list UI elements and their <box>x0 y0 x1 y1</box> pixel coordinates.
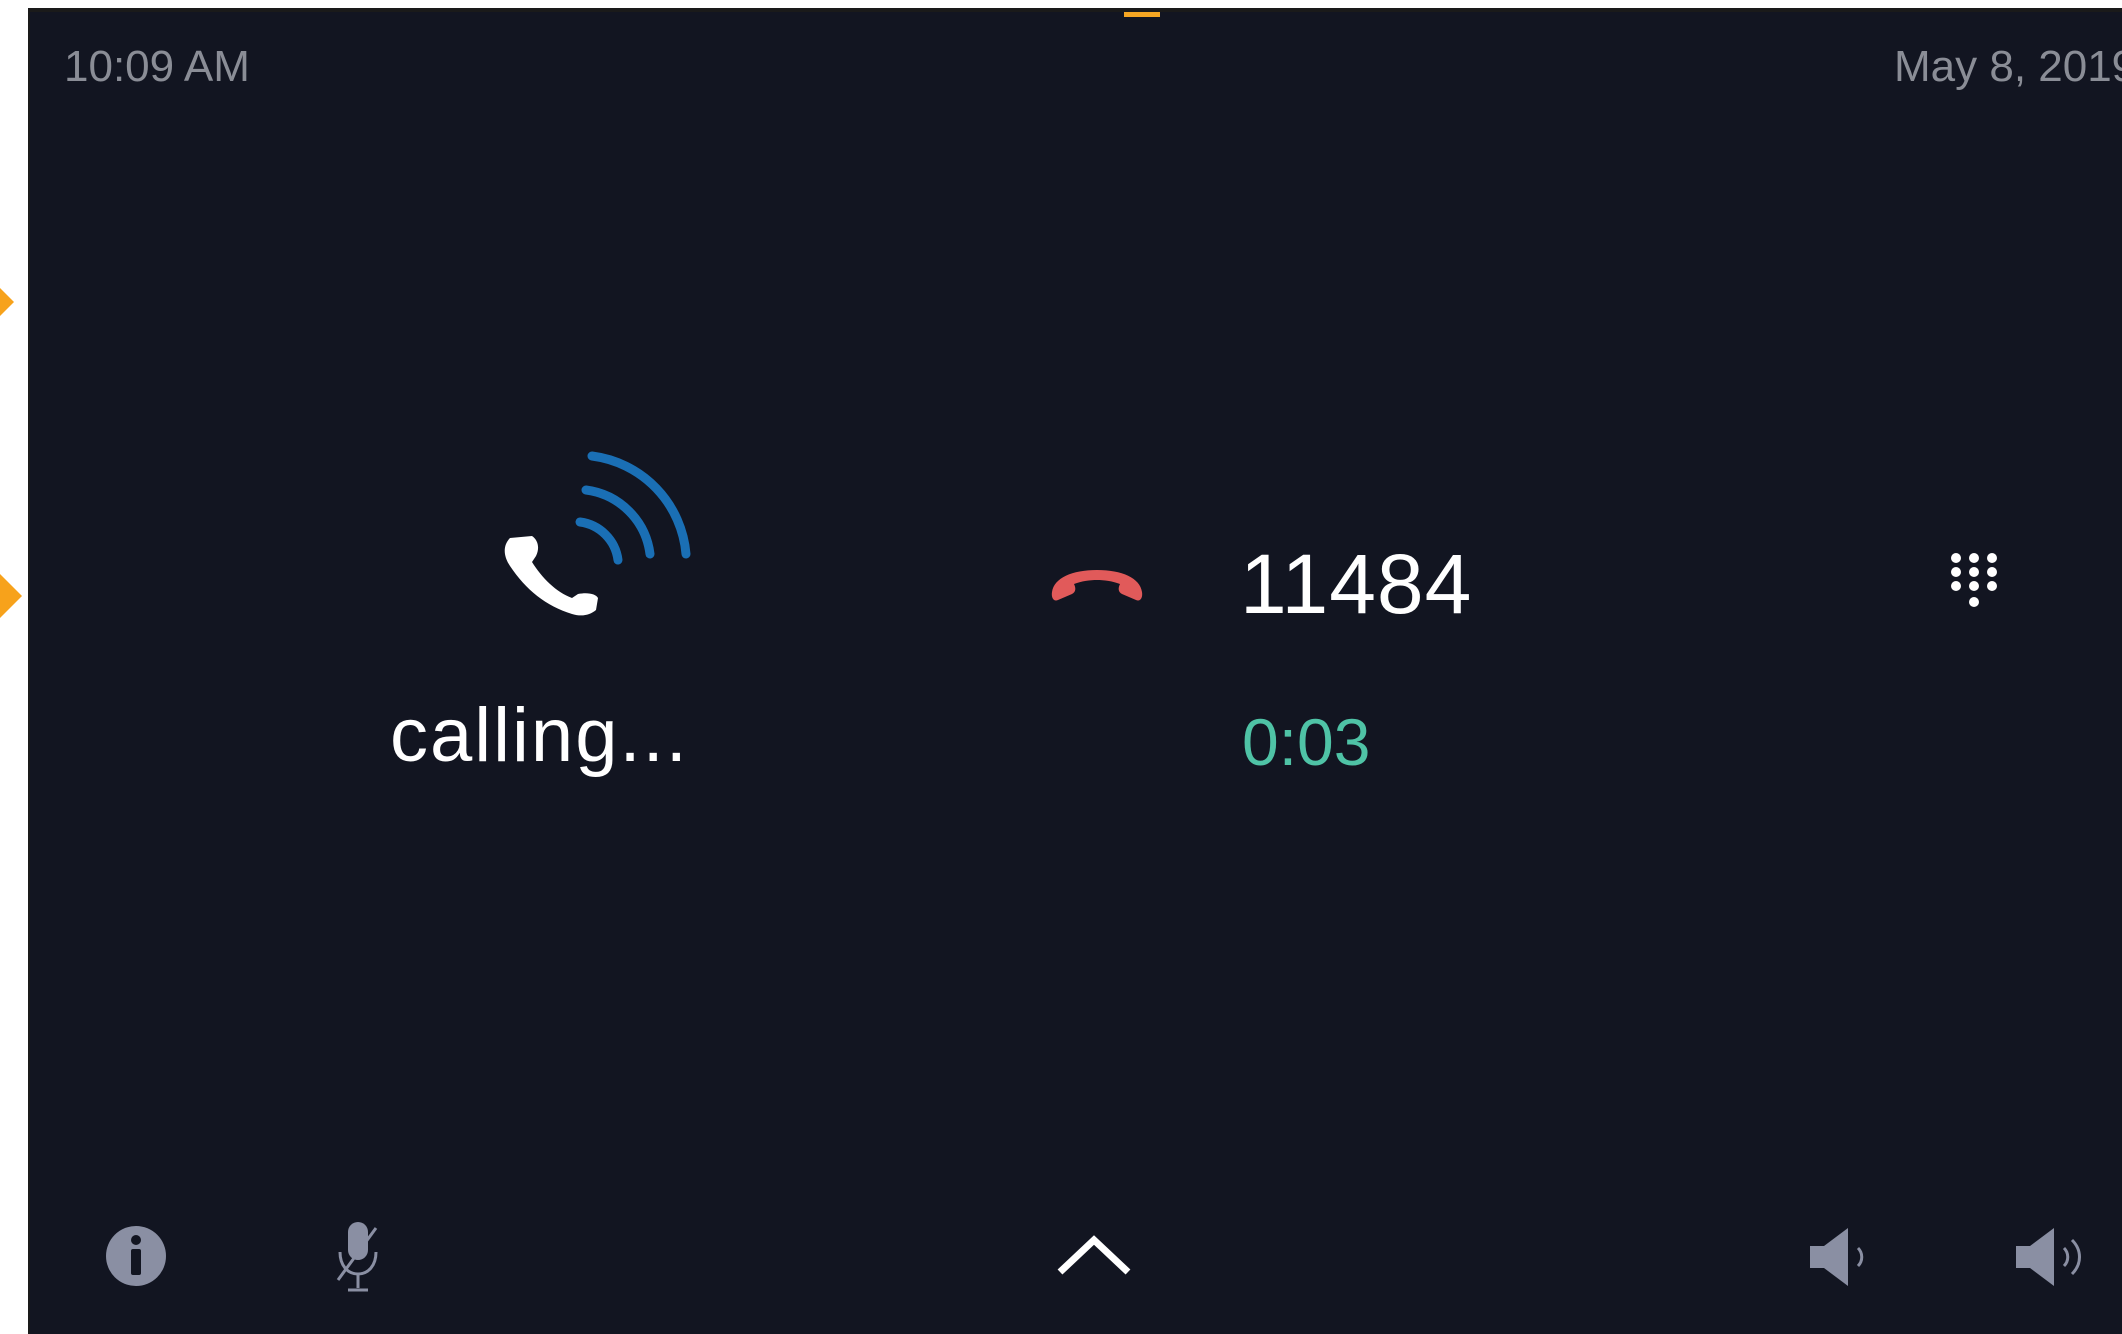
status-date: May 8, 2019 <box>1894 42 2122 91</box>
chevron-up-icon <box>1057 1235 1131 1275</box>
volume-down-icon <box>1810 1228 1864 1286</box>
hang-up-icon <box>1051 570 1143 601</box>
hang-up-button[interactable] <box>1042 554 1152 614</box>
ringing-phone-icon <box>480 432 740 632</box>
volume-down-button[interactable] <box>1806 1222 1886 1292</box>
call-status-label: calling... <box>390 693 689 778</box>
edge-marker-arrow <box>0 570 22 622</box>
expand-button[interactable] <box>1054 1228 1134 1284</box>
status-time: 10:09 AM <box>64 42 250 91</box>
edge-marker-arrow <box>0 276 14 328</box>
volume-up-button[interactable] <box>2012 1222 2102 1292</box>
info-button[interactable] <box>104 1224 168 1288</box>
dialed-number: 11484 <box>1240 537 1473 631</box>
mute-button[interactable] <box>330 1218 386 1298</box>
dialpad-icon <box>1951 553 1997 607</box>
call-duration: 0:03 <box>1242 705 1371 779</box>
page: 10:09 AM May 8, 2019 calling... 11484 0:… <box>0 0 2122 1334</box>
info-icon <box>106 1226 166 1286</box>
microphone-muted-icon <box>336 1222 378 1292</box>
volume-up-icon <box>2016 1228 2081 1286</box>
dialpad-button[interactable] <box>1944 548 2004 618</box>
top-indicator <box>1124 12 1160 17</box>
call-screen: 10:09 AM May 8, 2019 calling... 11484 0:… <box>28 8 2122 1334</box>
